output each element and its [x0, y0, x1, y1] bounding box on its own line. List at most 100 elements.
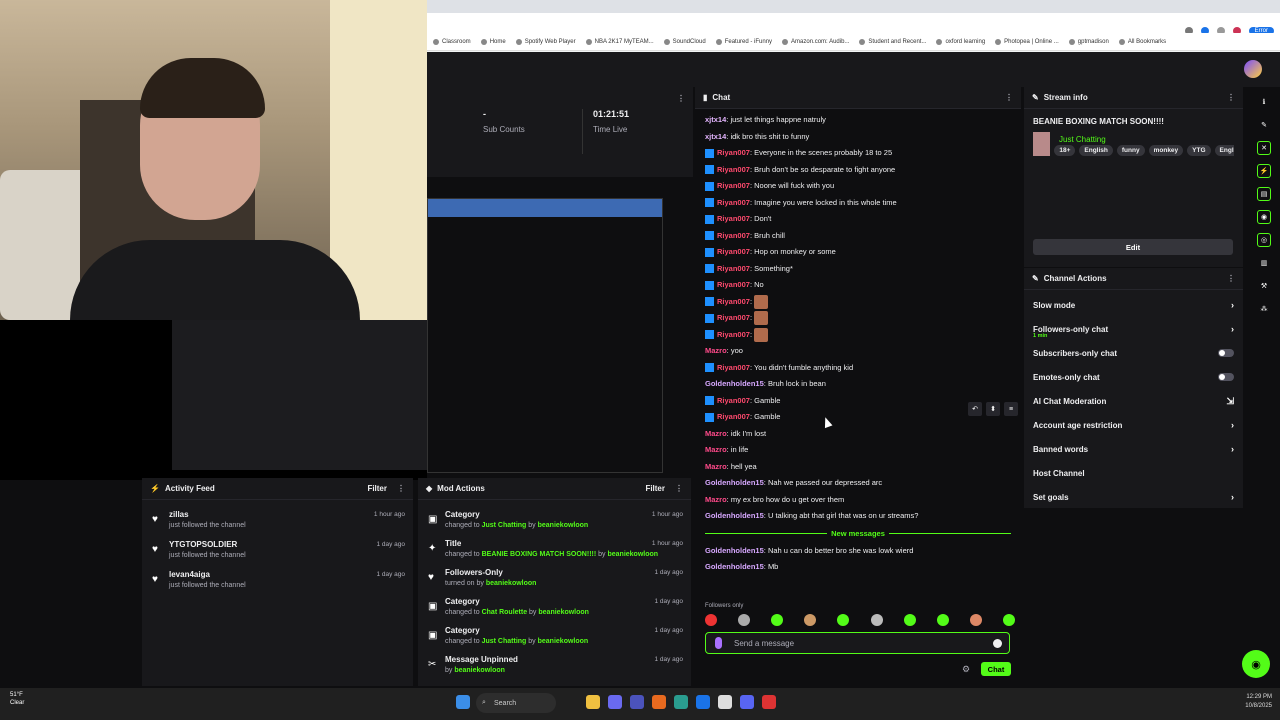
app-icon[interactable] [762, 695, 776, 709]
chat-username[interactable]: Mazro [705, 462, 727, 471]
toggle-switch[interactable] [1218, 349, 1234, 357]
chat-username[interactable]: Goldenholden15 [705, 478, 764, 487]
bookmark-item[interactable]: SoundCloud [663, 38, 706, 45]
channel-action-item[interactable]: Emotes-only chat [1024, 365, 1243, 389]
channel-action-item[interactable]: AI Chat Moderation ⇲ [1024, 389, 1243, 413]
emoji-icon[interactable] [993, 639, 1002, 648]
system-tray[interactable]: 12:29 PM 10/8/2025 [1245, 693, 1272, 711]
chat-bubble-icon[interactable]: ◉ [1257, 210, 1271, 224]
more-options-icon[interactable]: ⋮ [397, 484, 405, 493]
chat-username[interactable]: Riyan007 [717, 247, 750, 256]
taskbar-search[interactable]: ⌕ Search [476, 693, 556, 713]
chat-message[interactable]: Mazro: yoo [695, 343, 1021, 360]
chat-message[interactable]: Mazro: idk I'm lost [695, 426, 1021, 443]
edge-icon[interactable] [674, 695, 688, 709]
chat-message[interactable]: Riyan007: [695, 294, 1021, 311]
activity-filter-button[interactable]: Filter [367, 484, 387, 493]
more-options-icon[interactable]: ⋮ [1227, 274, 1235, 283]
mod-action-user[interactable]: beaniekowloon [486, 580, 537, 587]
chat-username[interactable]: Riyan007 [717, 313, 750, 322]
edit-stream-info-button[interactable]: Edit [1033, 239, 1233, 255]
chat-message[interactable]: Riyan007: Everyone in the scenes probabl… [695, 145, 1021, 162]
bookmark-item[interactable]: Spotify Web Player [515, 38, 576, 45]
mic-icon[interactable] [715, 637, 722, 649]
chat-message[interactable]: Mazro: hell yea [695, 459, 1021, 476]
mod-action-user[interactable]: beaniekowloon [454, 667, 505, 674]
chat-message[interactable]: Riyan007: Hop on monkey or some [695, 244, 1021, 261]
windows-start-icon[interactable] [456, 695, 470, 709]
chat-username[interactable]: Mazro [705, 495, 727, 504]
weather-widget[interactable]: 51°F Clear [10, 691, 24, 707]
send-chat-button[interactable]: Chat [981, 662, 1011, 676]
chat-message[interactable]: Riyan007: Noone will fuck with you [695, 178, 1021, 195]
chat-message[interactable]: Riyan007: No [695, 277, 1021, 294]
channel-action-item[interactable]: Followers-only chat 1 min › [1024, 317, 1243, 341]
chat-username[interactable]: xjtx14 [705, 115, 726, 124]
app-icon[interactable] [630, 695, 644, 709]
bookmark-item[interactable]: Photopea | Online ... [995, 38, 1059, 45]
chat-username[interactable]: Riyan007 [717, 297, 750, 306]
wrench-icon[interactable]: ⚒ [1257, 279, 1271, 293]
stream-tag[interactable]: monkey [1148, 144, 1184, 156]
chat-username[interactable]: Riyan007 [717, 165, 750, 174]
bookmark-item[interactable]: NBA 2K17 MyTEAM... [585, 38, 654, 45]
mod-action-user[interactable]: beaniekowloon [538, 609, 589, 616]
stream-tag[interactable]: Engli [1214, 144, 1234, 156]
edit-icon[interactable]: ✎ [1257, 118, 1271, 132]
store-icon[interactable] [696, 695, 710, 709]
emote-icon[interactable] [870, 614, 883, 626]
chat-message-input[interactable]: Send a message [705, 632, 1010, 654]
mute-icon[interactable]: ✕ [1257, 141, 1271, 155]
chat-message[interactable]: Goldenholden15: U talking abt that girl … [695, 508, 1021, 525]
chat-message[interactable]: Mazro: my ex bro how do u get over them [695, 492, 1021, 509]
chat-username[interactable]: Mazro [705, 346, 727, 355]
follower-name[interactable]: zillas [169, 510, 405, 519]
chat-message[interactable]: Riyan007: [695, 327, 1021, 344]
chat-username[interactable]: Riyan007 [717, 396, 750, 405]
chat-username[interactable]: Riyan007 [717, 214, 750, 223]
bookmark-item[interactable]: Classroom [433, 38, 471, 45]
chat-message[interactable]: Goldenholden15: Bruh lock in bean [695, 376, 1021, 393]
bookmark-item[interactable]: Featured - iFunny [715, 38, 772, 45]
chat-message[interactable]: Riyan007: Don't [695, 211, 1021, 228]
chat-message[interactable]: Goldenholden15: Nah u can do better bro … [695, 543, 1021, 560]
emote-icon[interactable] [969, 614, 982, 626]
bookmark-item[interactable]: gptmadison [1068, 38, 1109, 45]
chat-message[interactable]: Riyan007: Imagine you were locked in thi… [695, 195, 1021, 212]
chat-username[interactable]: Goldenholden15 [705, 379, 764, 388]
chat-username[interactable]: Goldenholden15 [705, 546, 764, 555]
chat-message[interactable]: Riyan007: Something* [695, 261, 1021, 278]
chat-username[interactable]: Riyan007 [717, 198, 750, 207]
discord-icon[interactable] [740, 695, 754, 709]
channel-action-item[interactable]: Account age restriction › [1024, 413, 1243, 437]
emote-icon[interactable] [837, 614, 850, 626]
list-icon[interactable]: ▥ [1257, 256, 1271, 270]
more-options-icon[interactable]: ⋮ [1005, 93, 1013, 102]
channel-action-item[interactable]: Slow mode › [1024, 293, 1243, 317]
chat-username[interactable]: Goldenholden15 [705, 511, 764, 520]
chat-username[interactable]: Riyan007 [717, 264, 750, 273]
broadcast-icon[interactable]: ◎ [1257, 233, 1271, 247]
chat-username[interactable]: Riyan007 [717, 412, 750, 421]
emote-icon[interactable] [936, 614, 949, 626]
chat-username[interactable]: Mazro [705, 445, 727, 454]
clip-icon[interactable]: ▤ [1257, 187, 1271, 201]
mod-action-user[interactable]: beaniekowloon [538, 638, 589, 645]
bookmark-item[interactable]: Student and Recent... [859, 38, 926, 45]
mod-action-user[interactable]: beaniekowloon [538, 522, 589, 529]
emote-icon[interactable] [903, 614, 916, 626]
app-icon[interactable] [652, 695, 666, 709]
bookmark-item[interactable]: All Bookmarks [1118, 38, 1166, 45]
chat-message[interactable]: Mazro: in life [695, 442, 1021, 459]
channel-action-item[interactable]: Subscribers-only chat [1024, 341, 1243, 365]
chat-username[interactable]: Riyan007 [717, 148, 750, 157]
bookmark-item[interactable]: Amazon.com: Audib... [782, 38, 849, 45]
more-options-icon[interactable]: ⋮ [675, 484, 683, 493]
reply-icon[interactable]: ↶ [968, 402, 982, 416]
chat-username[interactable]: Riyan007 [717, 280, 750, 289]
chat-message[interactable]: Riyan007: Bruh don't be so desparate to … [695, 162, 1021, 179]
emote-icon[interactable] [738, 614, 751, 626]
mod-action-user[interactable]: beaniekowloon [607, 551, 658, 558]
chat-message[interactable]: xjtx14: idk bro this shit to funny [695, 129, 1021, 146]
more-options-icon[interactable]: ⋮ [1227, 93, 1235, 102]
